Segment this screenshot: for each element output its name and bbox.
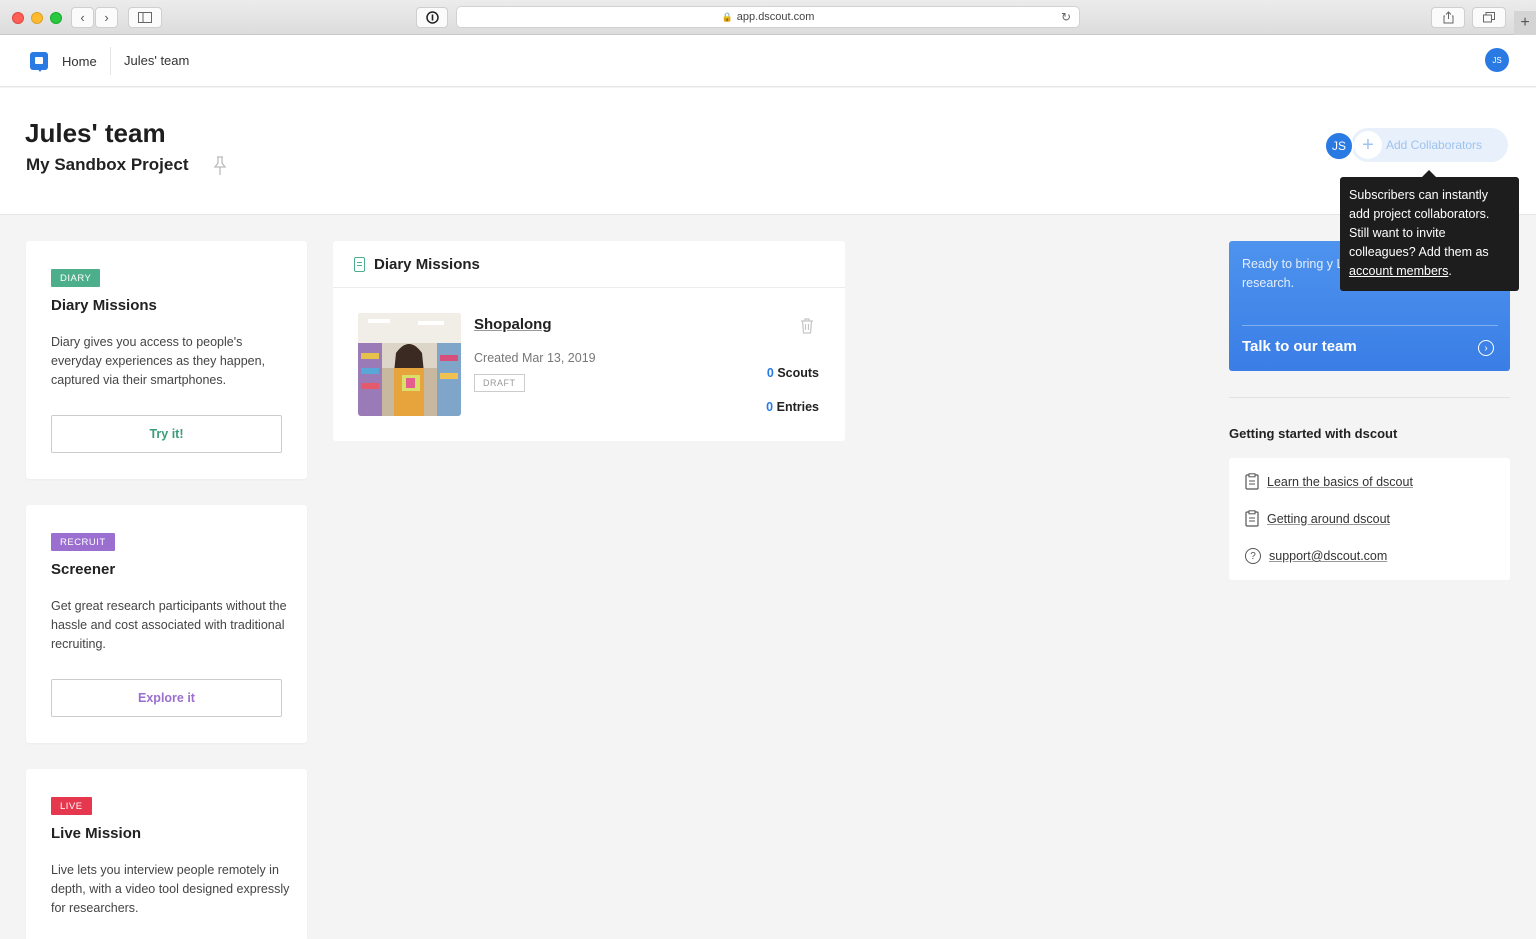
scouts-stat: 0 Scouts (767, 366, 819, 380)
mission-type-title: Screener (51, 561, 116, 578)
minimize-window-button[interactable] (31, 12, 43, 24)
sidebar-toggle-button[interactable] (128, 7, 162, 28)
scouts-count: 0 (766, 366, 774, 380)
add-collaborators-button[interactable]: + Add Collaborators (1351, 128, 1508, 162)
plus-icon: + (1520, 14, 1530, 31)
breadcrumb-team[interactable]: Jules' team (124, 53, 189, 68)
forward-button[interactable]: › (95, 7, 118, 28)
panel-header: Diary Missions (333, 241, 845, 288)
divider (1229, 397, 1510, 398)
status-badge: DRAFT (474, 374, 525, 392)
mission-thumbnail[interactable] (358, 313, 461, 416)
getting-started-card: Learn the basics of dscout Getting aroun… (1229, 458, 1510, 580)
help-icon: ? (1245, 548, 1261, 564)
mission-type-card-live: LIVE Live Mission Live lets you intervie… (26, 769, 307, 939)
talk-to-team-link[interactable]: Talk to our team (1242, 338, 1357, 355)
nav-divider (110, 47, 111, 75)
user-avatar[interactable]: JS (1485, 48, 1509, 72)
explore-it-button[interactable]: Explore it (51, 679, 282, 717)
plus-icon: + (1354, 131, 1382, 159)
address-bar[interactable]: 🔒 app.dscout.com ↻ (456, 6, 1080, 28)
diary-badge: DIARY (51, 269, 101, 287)
project-header: Jules' team My Sandbox Project + Add Col… (0, 88, 1536, 215)
pin-icon[interactable] (212, 156, 228, 176)
chevron-left-icon: ‹ (80, 10, 85, 25)
url-text: app.dscout.com (736, 11, 815, 23)
panel-title: Diary Missions (374, 256, 480, 273)
mission-type-description: Diary gives you access to people's every… (51, 335, 266, 387)
sidebar-icon (138, 12, 152, 23)
privacy-report-button[interactable] (416, 7, 448, 28)
chevron-right-circle-icon[interactable]: › (1478, 340, 1494, 356)
trash-icon[interactable] (800, 318, 814, 334)
cta-divider (1242, 325, 1498, 326)
support-email-link[interactable]: support@dscout.com (1269, 549, 1387, 563)
project-name: My Sandbox Project (26, 155, 189, 174)
mission-type-description: Live lets you interview people remotely … (51, 863, 290, 915)
list-item[interactable]: Learn the basics of dscout (1245, 473, 1413, 490)
mission-type-card-recruit: RECRUIT Screener Get great research part… (26, 505, 307, 743)
add-collaborators-label: Add Collaborators (1386, 138, 1483, 152)
zoom-window-button[interactable] (50, 12, 62, 24)
clipboard-icon (1245, 473, 1259, 490)
collaborators-tooltip: Subscribers can instantly add project co… (1340, 170, 1519, 291)
mission-type-title: Live Mission (51, 825, 142, 842)
tabs-overview-button[interactable] (1472, 7, 1506, 28)
chevron-right-icon: › (104, 10, 109, 25)
document-icon (354, 257, 365, 272)
entries-stat: 0 Entries (766, 400, 819, 414)
new-tab-button[interactable]: + (1514, 11, 1536, 35)
browser-toolbar: ‹ › 🔒 app.dscout.com ↻ + (0, 0, 1536, 35)
diary-missions-panel: Diary Missions Shopalong Created Mar 13,… (333, 241, 845, 441)
getting-around-link[interactable]: Getting around dscout (1267, 512, 1390, 526)
recruit-badge: RECRUIT (51, 533, 115, 551)
getting-started-title: Getting started with dscout (1229, 426, 1398, 441)
lock-icon: 🔒 (721, 11, 733, 22)
learn-basics-link[interactable]: Learn the basics of dscout (1267, 475, 1413, 489)
mission-name-link[interactable]: Shopalong (474, 316, 552, 333)
account-members-link[interactable]: account members (1349, 264, 1448, 278)
mission-photo (358, 313, 461, 416)
share-icon (1443, 11, 1453, 24)
collaborator-avatar[interactable]: JS (1324, 131, 1354, 161)
share-button[interactable] (1431, 7, 1465, 28)
dscout-logo-icon[interactable] (30, 52, 48, 72)
mission-type-title: Diary Missions (51, 297, 157, 314)
live-badge: LIVE (51, 797, 92, 815)
list-item[interactable]: Getting around dscout (1245, 510, 1390, 527)
reload-icon[interactable]: ↻ (1061, 10, 1071, 24)
tooltip-text: Subscribers can instantly add project co… (1349, 188, 1490, 259)
mission-type-card-diary: DIARY Diary Missions Diary gives you acc… (26, 241, 307, 479)
entries-count: 0 (766, 400, 774, 414)
tabs-icon (1483, 12, 1495, 23)
mission-type-description: Get great research participants without … (51, 599, 287, 651)
back-button[interactable]: ‹ (71, 7, 94, 28)
info-icon (425, 11, 439, 24)
close-window-button[interactable] (12, 12, 24, 24)
mission-created-date: Created Mar 13, 2019 (474, 351, 596, 365)
try-it-button[interactable]: Try it! (51, 415, 282, 453)
list-item[interactable]: ? support@dscout.com (1245, 548, 1387, 564)
clipboard-icon (1245, 510, 1259, 527)
tooltip-end: . (1448, 264, 1452, 278)
entries-label: Entries (776, 400, 819, 414)
nav-home-link[interactable]: Home (62, 54, 97, 69)
page-title: Jules' team (25, 118, 166, 148)
app-nav: Home Jules' team JS (0, 35, 1536, 87)
scouts-label: Scouts (777, 366, 819, 380)
